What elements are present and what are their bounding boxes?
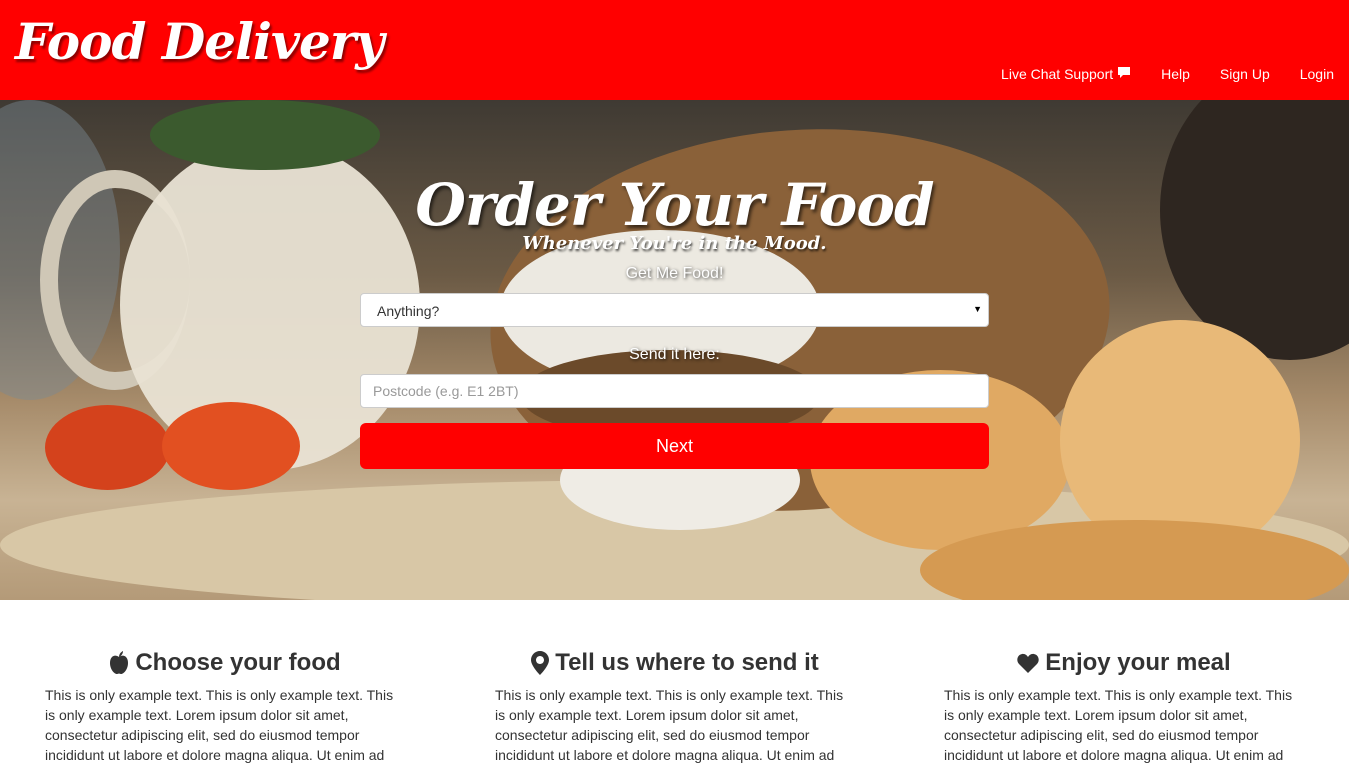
order-form: Order Your Food Whenever You're in the M…: [360, 100, 989, 469]
feature-title-label: Choose your food: [135, 649, 341, 676]
feature-text: This is only example text. This is only …: [45, 687, 394, 763]
nav-live-chat-support[interactable]: Live Chat Support: [1001, 66, 1131, 82]
postcode-label: Send it here:: [629, 346, 720, 363]
features-section: Choose your food This is only example te…: [0, 600, 1349, 768]
feature-title: Tell us where to send it: [495, 648, 855, 678]
hero-section: Order Your Food Whenever You're in the M…: [0, 100, 1349, 600]
feature-title-label: Enjoy your meal: [1045, 649, 1231, 676]
food-select-label: Get Me Food!: [625, 265, 724, 282]
hero-bg-shape: [162, 402, 300, 490]
hero-bg-shape: [150, 100, 380, 170]
caret-down-icon: ▼: [973, 304, 982, 314]
feature-send-location: Tell us where to send it This is only ex…: [495, 648, 855, 765]
nav-live-chat-label: Live Chat Support: [1001, 66, 1114, 82]
food-select-value: Anything?: [377, 303, 440, 319]
hero-bg-shape: [45, 405, 170, 490]
feature-title-label: Tell us where to send it: [555, 649, 819, 676]
postcode-input[interactable]: [360, 374, 989, 408]
feature-title: Enjoy your meal: [944, 648, 1304, 678]
chat-bubble-icon: [1117, 66, 1131, 82]
brand-logo[interactable]: Food Delivery: [15, 12, 384, 71]
nav-login[interactable]: Login: [1300, 66, 1334, 82]
feature-title: Choose your food: [45, 648, 405, 678]
hero-title: Order Your Food: [415, 171, 934, 239]
feature-text: This is only example text. This is only …: [944, 687, 1293, 763]
map-marker-icon: [531, 651, 550, 675]
apple-icon: [109, 651, 129, 675]
heart-icon: [1017, 653, 1039, 673]
food-select[interactable]: Anything? ▼: [360, 293, 989, 327]
nav-help[interactable]: Help: [1161, 66, 1190, 82]
next-button[interactable]: Next: [360, 423, 989, 469]
feature-choose-food: Choose your food This is only example te…: [45, 648, 405, 765]
feature-text: This is only example text. This is only …: [495, 687, 844, 763]
nav-sign-up[interactable]: Sign Up: [1220, 66, 1270, 82]
feature-enjoy-meal: Enjoy your meal This is only example tex…: [944, 648, 1304, 765]
site-header: Food Delivery Live Chat Support Help Sig…: [0, 0, 1349, 100]
top-nav: Live Chat Support Help Sign Up Login: [971, 66, 1334, 82]
